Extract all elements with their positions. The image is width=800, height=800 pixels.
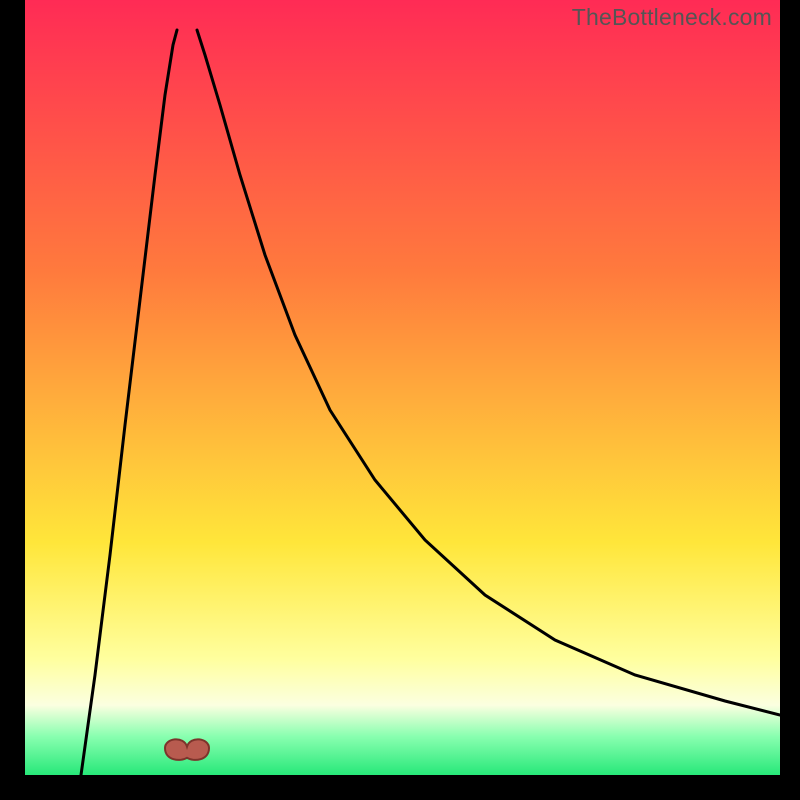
chart-frame: TheBottleneck.com xyxy=(0,0,800,800)
curve-left-descent xyxy=(81,30,177,775)
trough-marker xyxy=(165,739,209,760)
curve-layer xyxy=(25,0,780,775)
curve-right-ascent xyxy=(197,30,780,715)
watermark-text: TheBottleneck.com xyxy=(572,4,772,31)
plot-area: TheBottleneck.com xyxy=(25,0,780,775)
